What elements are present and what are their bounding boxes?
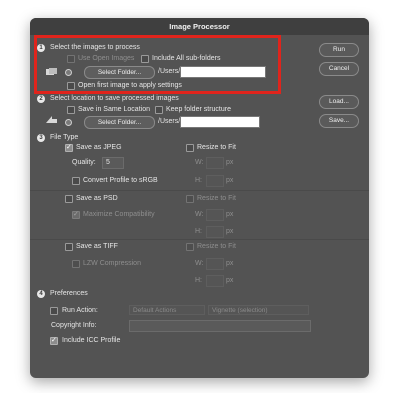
- destination-path-prefix: /Users/: [158, 118, 181, 125]
- convert-srgb-checkbox[interactable]: [72, 177, 80, 185]
- psd-width-input[interactable]: [206, 209, 224, 221]
- jpeg-resize-label: Resize to Fit: [197, 144, 236, 151]
- action-value: Vignette (selection): [212, 307, 268, 314]
- tiff-height-label: H:: [195, 277, 202, 284]
- cancel-button[interactable]: Cancel: [319, 62, 359, 76]
- keep-folder-structure-checkbox[interactable]: [155, 106, 163, 114]
- tiff-width-unit: px: [226, 260, 234, 267]
- psd-resize-checkbox[interactable]: [186, 195, 194, 203]
- maximize-compatibility-label: Maximize Compatibility: [83, 211, 155, 218]
- divider: [30, 239, 369, 240]
- psd-height-label: H:: [195, 228, 202, 235]
- maximize-compatibility-checkbox[interactable]: [72, 210, 80, 219]
- jpeg-width-input[interactable]: [206, 157, 224, 169]
- save-same-location-label: Save in Same Location: [78, 106, 150, 113]
- run-action-checkbox[interactable]: [50, 307, 58, 315]
- section-2-number-badge: 2: [37, 95, 45, 103]
- jpeg-width-label: W:: [195, 159, 204, 166]
- jpeg-height-label: H:: [195, 177, 202, 184]
- jpeg-resize-checkbox[interactable]: [186, 144, 194, 152]
- jpeg-quality-label: Quality:: [72, 159, 96, 166]
- psd-width-unit: px: [226, 211, 234, 218]
- tiff-resize-checkbox[interactable]: [186, 243, 194, 251]
- destination-folder-radio[interactable]: [65, 119, 72, 126]
- save-settings-button[interactable]: Save...: [319, 114, 359, 128]
- convert-srgb-label: Convert Profile to sRGB: [83, 177, 158, 184]
- keep-folder-structure-label: Keep folder structure: [166, 106, 231, 113]
- tiff-height-input[interactable]: [206, 275, 224, 287]
- lzw-compression-checkbox[interactable]: [72, 260, 80, 268]
- section-3-heading: File Type: [50, 134, 79, 141]
- include-icc-label: Include ICC Profile: [62, 337, 121, 344]
- save-as-jpeg-label: Save as JPEG: [76, 144, 122, 151]
- section-2-heading: Select location to save processed images: [50, 95, 179, 102]
- save-as-tiff-checkbox[interactable]: [65, 243, 73, 251]
- destination-path-field[interactable]: [180, 116, 260, 128]
- jpeg-quality-input[interactable]: 5: [102, 157, 124, 169]
- save-as-tiff-label: Save as TIFF: [76, 243, 118, 250]
- psd-width-label: W:: [195, 211, 204, 218]
- save-as-psd-checkbox[interactable]: [65, 195, 73, 203]
- tiff-width-label: W:: [195, 260, 204, 267]
- load-button[interactable]: Load...: [319, 95, 359, 109]
- tiff-height-unit: px: [226, 277, 234, 284]
- save-as-jpeg-checkbox[interactable]: [65, 143, 73, 152]
- jpeg-height-unit: px: [226, 177, 234, 184]
- section-4-number-badge: 4: [37, 290, 45, 298]
- action-set-select[interactable]: Default Actions: [129, 305, 205, 315]
- run-action-label: Run Action:: [62, 307, 98, 314]
- tiff-resize-label: Resize to Fit: [197, 243, 236, 250]
- section-3-number-badge: 3: [37, 134, 45, 142]
- lzw-compression-label: LZW Compression: [83, 260, 141, 267]
- include-icc-checkbox[interactable]: [50, 336, 58, 345]
- save-same-location-checkbox[interactable]: [67, 106, 75, 114]
- action-select[interactable]: Vignette (selection): [208, 305, 309, 315]
- copyright-label: Copyright Info:: [51, 322, 97, 329]
- jpeg-width-unit: px: [226, 159, 234, 166]
- tiff-width-input[interactable]: [206, 258, 224, 270]
- destination-folder-icon: [46, 116, 57, 123]
- action-set-value: Default Actions: [133, 307, 177, 314]
- copyright-input[interactable]: [129, 320, 311, 332]
- jpeg-height-input[interactable]: [206, 175, 224, 187]
- window-title: Image Processor: [30, 18, 369, 35]
- psd-height-unit: px: [226, 228, 234, 235]
- divider: [30, 190, 369, 191]
- select-destination-folder-button[interactable]: Select Folder...: [84, 116, 155, 129]
- psd-resize-label: Resize to Fit: [197, 195, 236, 202]
- run-button[interactable]: Run: [319, 43, 359, 57]
- section-1-highlight: [34, 35, 281, 94]
- save-as-psd-label: Save as PSD: [76, 195, 118, 202]
- section-4-heading: Preferences: [50, 290, 88, 297]
- psd-height-input[interactable]: [206, 226, 224, 238]
